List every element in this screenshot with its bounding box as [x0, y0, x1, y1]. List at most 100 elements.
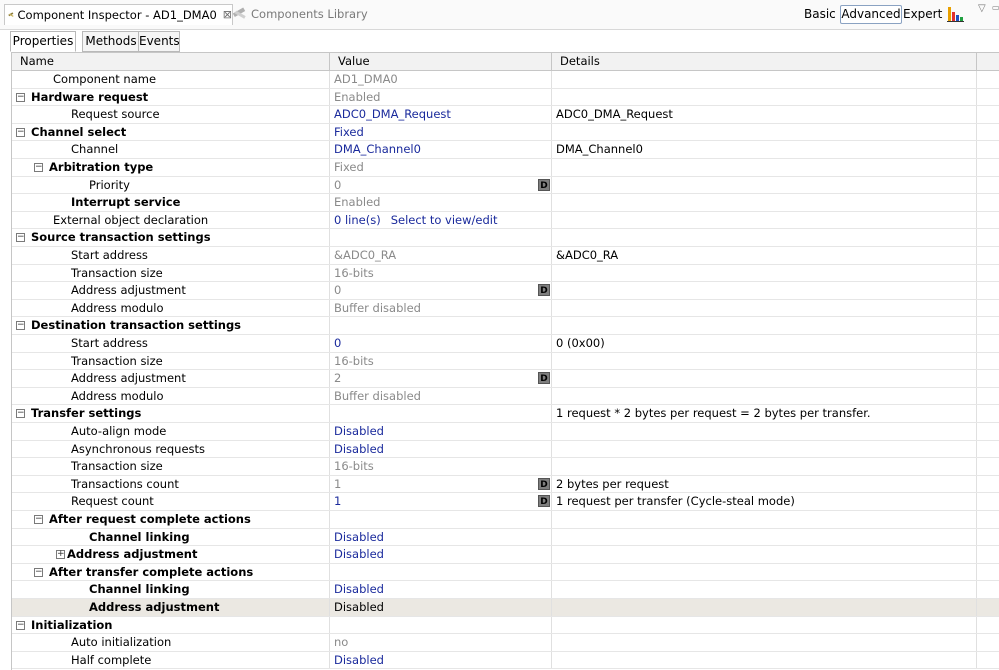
column-header-details[interactable]: Details: [552, 53, 977, 70]
property-row[interactable]: − Channel select Fixed: [12, 123, 999, 142]
property-value-cell[interactable]: Disabled: [330, 423, 552, 440]
mode-basic-button[interactable]: Basic: [804, 5, 836, 23]
property-value[interactable]: Disabled: [334, 424, 384, 438]
collapse-icon[interactable]: −: [16, 409, 25, 419]
tab-events[interactable]: Events: [138, 31, 180, 52]
property-row[interactable]: Request source ADC0_DMA_Request ADC0_DMA_R…: [12, 106, 999, 124]
property-row[interactable]: Transaction size 16-bits: [12, 458, 999, 476]
property-value[interactable]: Disabled: [334, 582, 384, 596]
property-row[interactable]: − Hardware request Enabled: [12, 88, 999, 107]
property-row[interactable]: Address adjustment 2 D: [12, 370, 999, 388]
property-row[interactable]: Component name AD1_DMA0: [12, 71, 999, 89]
property-row[interactable]: Auto initialization no: [12, 634, 999, 652]
collapse-icon[interactable]: −: [16, 92, 25, 102]
property-value[interactable]: Disabled: [334, 442, 384, 456]
property-row[interactable]: Transaction size 16-bits: [12, 352, 999, 371]
property-value-cell[interactable]: &ADC0_RA: [330, 247, 552, 264]
property-value-cell[interactable]: Disabled: [330, 440, 552, 458]
property-value[interactable]: Fixed: [334, 125, 364, 139]
property-row[interactable]: Address adjustment 0 D: [12, 282, 999, 300]
property-value-cell[interactable]: 16-bits: [330, 352, 552, 370]
property-value[interactable]: Disabled: [334, 547, 384, 561]
property-row[interactable]: Address modulo Buffer disabled: [12, 387, 999, 406]
property-value[interactable]: ADC0_DMA_Request: [334, 107, 451, 121]
property-value-cell[interactable]: Disabled: [330, 546, 552, 563]
property-row[interactable]: Channel DMA_Channel0 DMA_Channel0: [12, 141, 999, 159]
property-row[interactable]: Half complete Disabled: [12, 651, 999, 670]
property-value-cell[interactable]: 0 line(s) Select to view/edit: [330, 211, 552, 229]
default-value-button[interactable]: D: [538, 477, 550, 490]
property-value-cell[interactable]: Enabled: [330, 88, 552, 106]
collapse-icon[interactable]: −: [34, 567, 43, 577]
property-row[interactable]: − Arbitration type Fixed: [12, 159, 999, 177]
view-edit-link[interactable]: Select to view/edit: [391, 213, 498, 227]
collapse-icon[interactable]: −: [16, 127, 25, 137]
property-row[interactable]: Address modulo Buffer disabled: [12, 299, 999, 318]
property-value-cell[interactable]: Buffer disabled: [330, 299, 552, 317]
collapse-icon[interactable]: −: [16, 321, 25, 331]
property-row[interactable]: − After transfer complete actions: [12, 563, 999, 582]
property-value-cell[interactable]: [330, 405, 552, 422]
property-row[interactable]: Start address 0 0 (0x00): [12, 335, 999, 353]
property-row[interactable]: − Destination transaction settings: [12, 317, 999, 335]
property-value-cell[interactable]: ADC0_DMA_Request: [330, 106, 552, 123]
collapse-icon[interactable]: −: [34, 163, 43, 172]
property-value[interactable]: 0: [334, 336, 341, 350]
property-value-cell[interactable]: 16-bits: [330, 264, 552, 282]
property-value[interactable]: Disabled: [334, 653, 384, 667]
property-value-cell[interactable]: Disabled: [330, 581, 552, 598]
minimize-icon[interactable]: ▭: [992, 3, 999, 12]
property-value-cell[interactable]: Disabled: [330, 599, 552, 616]
property-row[interactable]: Start address &ADC0_RA &ADC0_RA: [12, 247, 999, 265]
collapse-icon[interactable]: −: [34, 515, 43, 524]
property-value[interactable]: 0 line(s): [334, 213, 381, 227]
property-value-cell[interactable]: Fixed: [330, 159, 552, 176]
property-value-cell[interactable]: Fixed: [330, 123, 552, 141]
property-row[interactable]: Transaction size 16-bits: [12, 264, 999, 283]
property-row[interactable]: − After request complete actions: [12, 511, 999, 529]
column-header-name[interactable]: Name: [12, 53, 330, 70]
property-row[interactable]: Request count 1 D 1 request per transfer (C…: [12, 493, 999, 511]
property-row[interactable]: + Address adjustment Disabled: [12, 546, 999, 564]
property-value-cell[interactable]: 2: [330, 370, 552, 387]
property-row[interactable]: Priority 0 D: [12, 176, 999, 195]
property-value[interactable]: 1: [334, 494, 341, 508]
property-value-cell[interactable]: 16-bits: [330, 458, 552, 475]
default-value-button[interactable]: D: [538, 178, 550, 191]
property-value-cell[interactable]: Buffer disabled: [330, 387, 552, 405]
view-menu-icon[interactable]: ▽: [978, 3, 986, 14]
property-row[interactable]: Asynchronous requests Disabled: [12, 440, 999, 459]
tab-properties[interactable]: Properties: [10, 31, 76, 52]
property-value-cell[interactable]: AD1_DMA0: [330, 71, 552, 88]
tab-components-library[interactable]: Components Library: [232, 4, 368, 24]
property-value-cell[interactable]: 1: [330, 493, 552, 510]
default-value-button[interactable]: D: [538, 372, 550, 385]
bar-chart-icon[interactable]: [947, 5, 964, 22]
default-value-button[interactable]: D: [538, 284, 550, 297]
collapse-icon[interactable]: −: [16, 620, 25, 630]
expand-icon[interactable]: +: [56, 550, 65, 560]
property-row[interactable]: − Initialization: [12, 616, 999, 635]
property-row[interactable]: Transactions count 1 D 2 bytes per request: [12, 475, 999, 494]
property-value-cell[interactable]: 0: [330, 176, 552, 194]
property-value-cell[interactable]: 0: [330, 282, 552, 299]
default-value-button[interactable]: D: [538, 495, 550, 508]
property-value-cell[interactable]: [330, 563, 552, 581]
mode-advanced-button[interactable]: Advanced: [840, 5, 902, 24]
close-icon[interactable]: ⊠: [223, 5, 232, 25]
property-value-cell[interactable]: [330, 229, 552, 246]
property-value-cell[interactable]: 0: [330, 335, 552, 352]
column-header-value[interactable]: Value: [330, 53, 552, 70]
property-value-cell[interactable]: Disabled: [330, 528, 552, 546]
property-value-cell[interactable]: [330, 317, 552, 334]
property-value-cell[interactable]: [330, 511, 552, 528]
property-value-cell[interactable]: DMA_Channel0: [330, 141, 552, 158]
property-value[interactable]: Disabled: [334, 530, 384, 544]
property-row[interactable]: Channel linking Disabled: [12, 528, 999, 547]
collapse-icon[interactable]: −: [16, 233, 25, 243]
property-value[interactable]: DMA_Channel0: [334, 142, 421, 156]
property-row[interactable]: Interrupt service Enabled: [12, 194, 999, 212]
property-row[interactable]: − Source transaction settings: [12, 229, 999, 247]
property-row[interactable]: Address adjustment Disabled: [12, 599, 999, 617]
property-value-cell[interactable]: 1: [330, 475, 552, 493]
